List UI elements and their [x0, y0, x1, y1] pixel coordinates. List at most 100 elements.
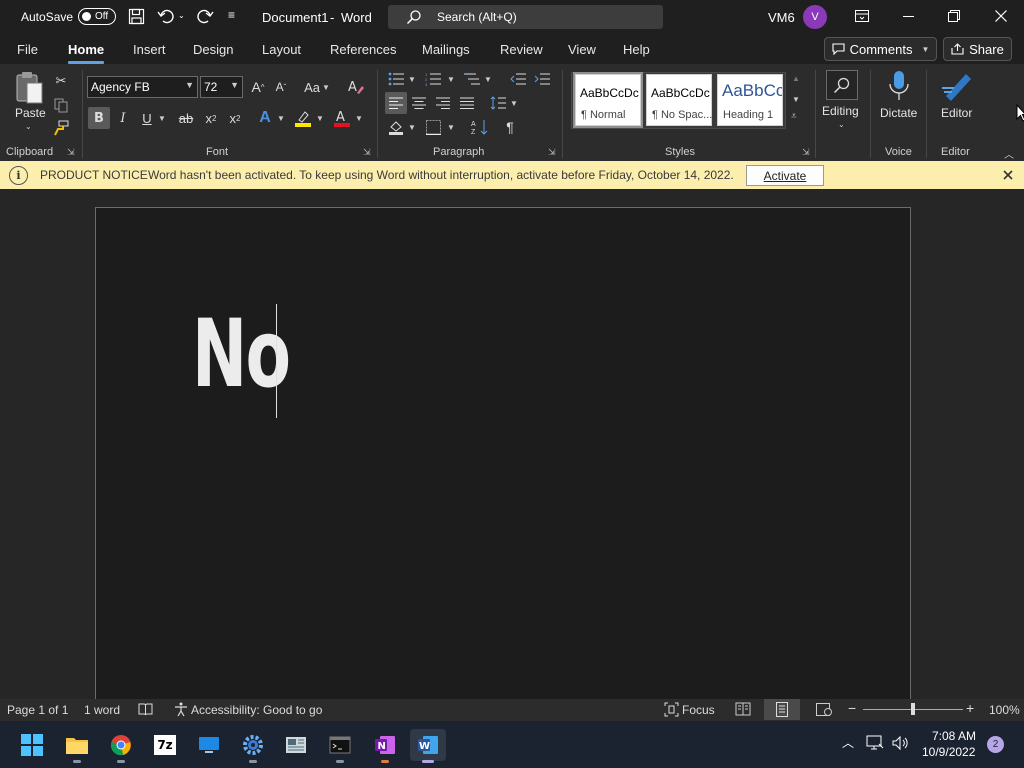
underline-dropdown-icon[interactable]: ▼	[158, 114, 166, 123]
underline-button[interactable]: U	[136, 107, 158, 129]
tab-insert[interactable]: Insert	[133, 42, 166, 57]
font-launcher-icon[interactable]: ⇲	[363, 147, 371, 158]
clear-formatting-icon[interactable]: A	[345, 76, 367, 98]
focus-label[interactable]: Focus	[682, 703, 715, 717]
styles-launcher-icon[interactable]: ⇲	[802, 147, 810, 158]
tab-review[interactable]: Review	[500, 42, 543, 57]
show-hidden-icons[interactable]: ︿	[842, 734, 854, 751]
avatar[interactable]: V	[803, 5, 827, 29]
numbering-dropdown-icon[interactable]: ▼	[447, 75, 455, 84]
grow-font-icon[interactable]: A ^	[247, 76, 269, 98]
ribbon-display-options-icon[interactable]	[855, 10, 869, 25]
undo-dropdown-icon[interactable]: ⌄	[178, 11, 185, 20]
close-icon[interactable]	[1003, 169, 1013, 183]
line-spacing-icon[interactable]	[487, 92, 509, 114]
style-normal[interactable]: AaBbCcDc ¶ Normal	[573, 72, 643, 128]
read-mode-icon[interactable]	[735, 702, 751, 719]
font-color-icon[interactable]: A	[331, 107, 353, 129]
zoom-out-icon[interactable]: −	[848, 700, 856, 716]
format-painter-icon[interactable]	[50, 117, 72, 139]
settings-button[interactable]	[235, 729, 271, 763]
change-case-icon[interactable]: Aa ▼	[302, 76, 332, 98]
minimize-icon[interactable]	[903, 16, 914, 17]
document-canvas[interactable]: No	[0, 189, 1024, 707]
paste-icon[interactable]	[12, 70, 46, 106]
tab-design[interactable]: Design	[193, 42, 233, 57]
bullets-dropdown-icon[interactable]: ▼	[408, 75, 416, 84]
bold-button[interactable]: B	[88, 107, 110, 129]
font-size-combobox[interactable]: 72 ▼	[200, 76, 243, 98]
7zip-button[interactable]: 7z	[147, 729, 183, 761]
justify-icon[interactable]	[456, 92, 478, 114]
zoom-slider-thumb[interactable]	[911, 703, 915, 715]
decrease-indent-icon[interactable]	[507, 68, 529, 90]
style-no-spacing[interactable]: AaBbCcDc ¶ No Spac...	[646, 74, 712, 126]
file-explorer-button[interactable]	[59, 729, 95, 763]
restore-icon[interactable]	[948, 10, 960, 25]
align-left-icon[interactable]	[385, 92, 407, 114]
copy-icon[interactable]	[50, 94, 72, 116]
share-button[interactable]: Share	[943, 37, 1012, 61]
clock-time[interactable]: 7:08 AM	[932, 729, 976, 743]
news-button[interactable]	[278, 729, 314, 761]
font-name-combobox[interactable]: Agency FB ▼	[87, 76, 198, 98]
focus-icon[interactable]	[664, 702, 679, 720]
numbering-icon[interactable]: 123	[422, 68, 444, 90]
editing-label[interactable]: Editing	[822, 104, 859, 118]
microphone-icon[interactable]	[888, 70, 910, 105]
styles-scroll-up-icon[interactable]: ▲	[792, 74, 800, 83]
clock-date[interactable]: 10/9/2022	[922, 745, 975, 759]
close-icon[interactable]	[995, 10, 1007, 25]
paragraph-launcher-icon[interactable]: ⇲	[548, 147, 556, 158]
tab-layout[interactable]: Layout	[262, 42, 301, 57]
dictate-label[interactable]: Dictate	[880, 106, 917, 120]
remote-desktop-button[interactable]	[191, 729, 227, 761]
document-page[interactable]: No	[95, 207, 911, 707]
italic-button[interactable]: I	[112, 107, 134, 129]
multilevel-list-icon[interactable]	[461, 68, 483, 90]
proofing-book-icon[interactable]	[138, 703, 153, 719]
autosave-toggle[interactable]: Off	[78, 8, 116, 25]
document-text[interactable]: No	[192, 300, 291, 409]
increase-indent-icon[interactable]	[531, 68, 553, 90]
tab-view[interactable]: View	[568, 42, 596, 57]
tab-home[interactable]: Home	[68, 42, 105, 64]
web-layout-icon[interactable]	[816, 702, 832, 720]
print-layout-icon[interactable]	[764, 699, 800, 720]
highlight-color-icon[interactable]	[292, 107, 314, 129]
align-right-icon[interactable]	[432, 92, 454, 114]
shading-dropdown-icon[interactable]: ▼	[408, 123, 416, 132]
word-button[interactable]: W	[410, 729, 446, 763]
zoom-level[interactable]: 100%	[989, 703, 1020, 717]
save-icon[interactable]	[128, 8, 146, 26]
borders-dropdown-icon[interactable]: ▼	[447, 123, 455, 132]
font-color-dropdown-icon[interactable]: ▼	[355, 114, 363, 123]
terminal-button[interactable]	[322, 729, 358, 763]
activate-button[interactable]: Activate	[746, 165, 824, 186]
paste-dropdown-icon[interactable]: ⌄	[25, 122, 32, 131]
shrink-font-icon[interactable]: Aˇ	[270, 76, 292, 98]
start-button[interactable]	[14, 729, 50, 761]
styles-more-icon[interactable]: ⩡	[791, 111, 797, 122]
search-box[interactable]: Search (Alt+Q)	[388, 5, 663, 29]
borders-icon[interactable]	[422, 116, 444, 138]
cut-icon[interactable]: ✂	[50, 70, 72, 92]
multilevel-dropdown-icon[interactable]: ▼	[484, 75, 492, 84]
superscript-button[interactable]: x2	[224, 107, 246, 129]
chrome-button[interactable]	[103, 729, 139, 763]
strikethrough-button[interactable]: ab	[175, 107, 197, 129]
redo-icon[interactable]	[196, 8, 214, 26]
align-center-icon[interactable]	[408, 92, 430, 114]
style-heading-1[interactable]: AaBbCc Heading 1	[717, 74, 783, 126]
customize-quick-access-icon[interactable]: ≡	[228, 8, 235, 22]
page-count[interactable]: Page 1 of 1	[7, 703, 68, 717]
editor-label[interactable]: Editor	[941, 106, 972, 120]
network-icon[interactable]	[866, 735, 884, 754]
tab-help[interactable]: Help	[623, 42, 650, 57]
comments-button[interactable]: Comments ▼	[824, 37, 937, 61]
shading-icon[interactable]	[385, 116, 407, 138]
editor-pen-icon[interactable]	[940, 68, 974, 105]
collapse-ribbon-icon[interactable]: ︿	[1004, 146, 1014, 161]
onenote-button[interactable]: N	[367, 729, 403, 763]
tab-references[interactable]: References	[330, 42, 396, 57]
